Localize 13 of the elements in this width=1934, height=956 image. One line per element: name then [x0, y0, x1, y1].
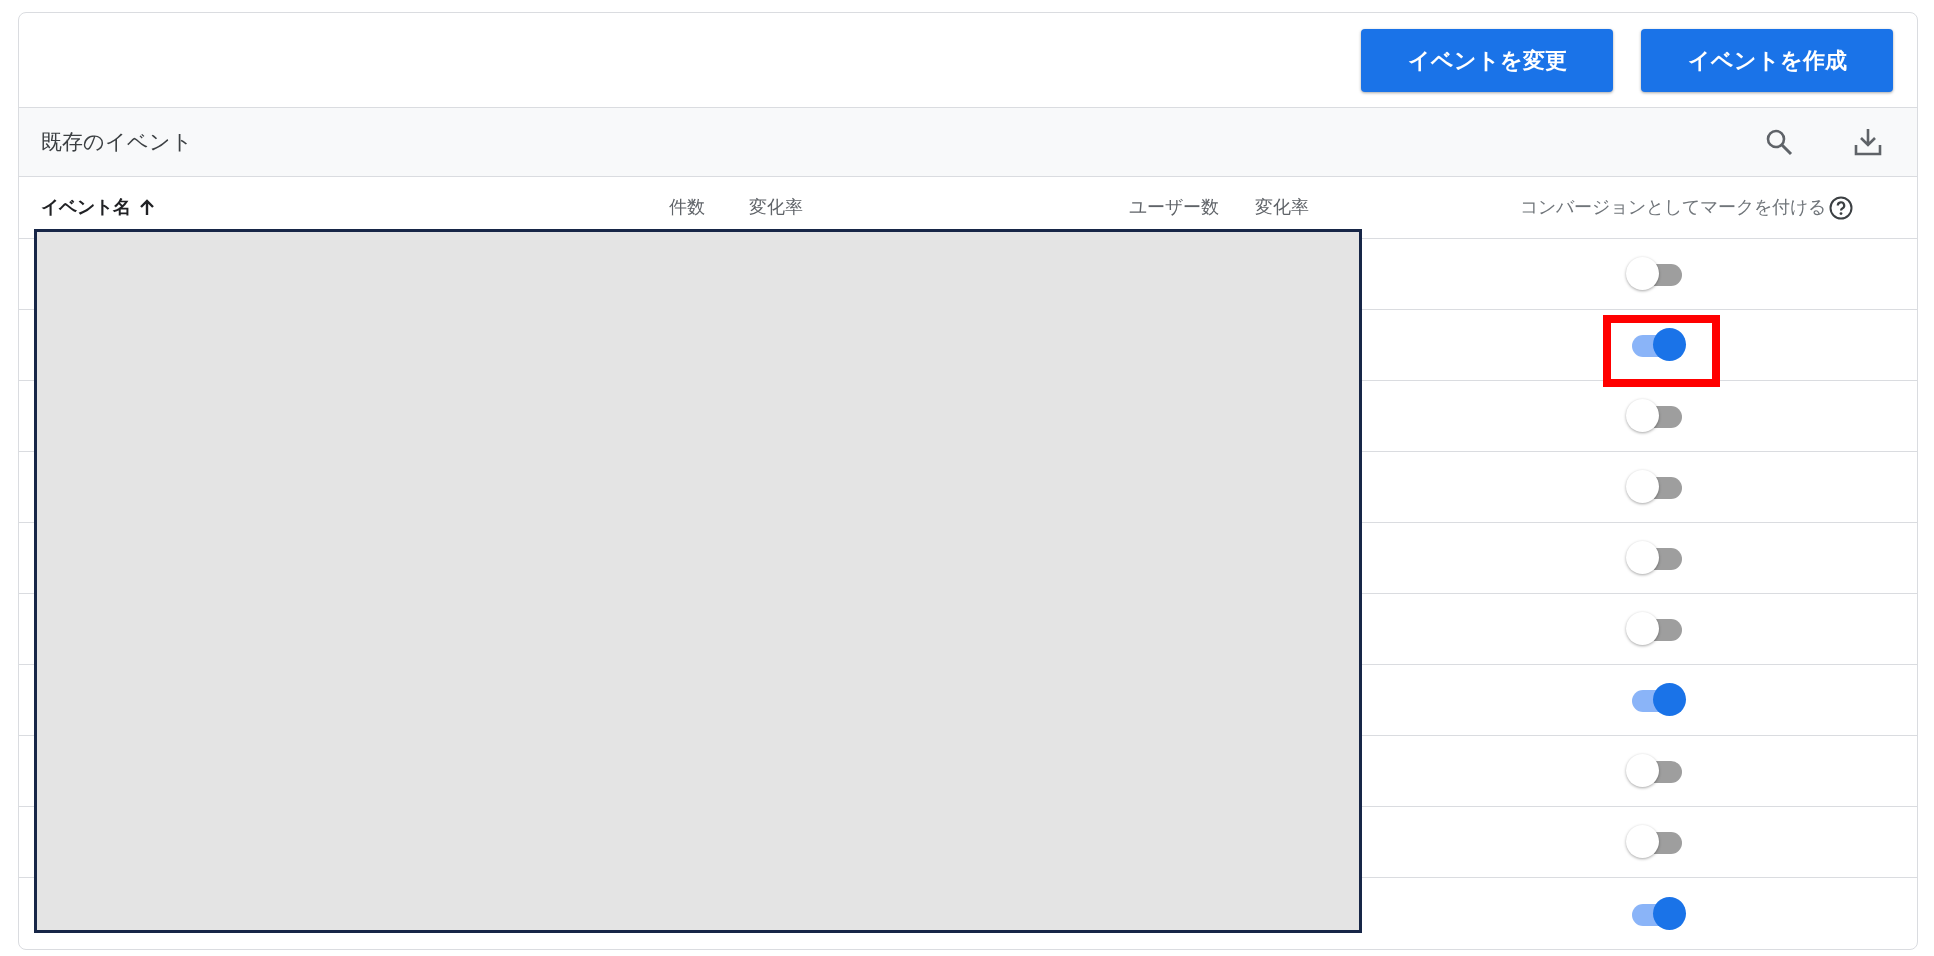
- search-icon[interactable]: [1765, 128, 1793, 156]
- column-header: コンバージョンとしてマークを付ける: [1520, 196, 1826, 219]
- help-icon[interactable]: [1829, 195, 1853, 220]
- sort-arrow-icon[interactable]: [139, 198, 155, 217]
- column-header: 変化率: [1255, 196, 1310, 219]
- section-title: 既存のイベント: [41, 129, 193, 156]
- toolbar-button[interactable]: イベントを作成: [1641, 28, 1893, 92]
- column-header: 件数: [669, 196, 706, 219]
- toolbar-button[interactable]: イベントを変更: [1361, 28, 1613, 92]
- column-header: 変化率: [749, 196, 804, 219]
- column-header: ユーザー数: [1129, 196, 1220, 219]
- column-header[interactable]: イベント名: [41, 194, 131, 221]
- download-icon[interactable]: [1853, 127, 1883, 157]
